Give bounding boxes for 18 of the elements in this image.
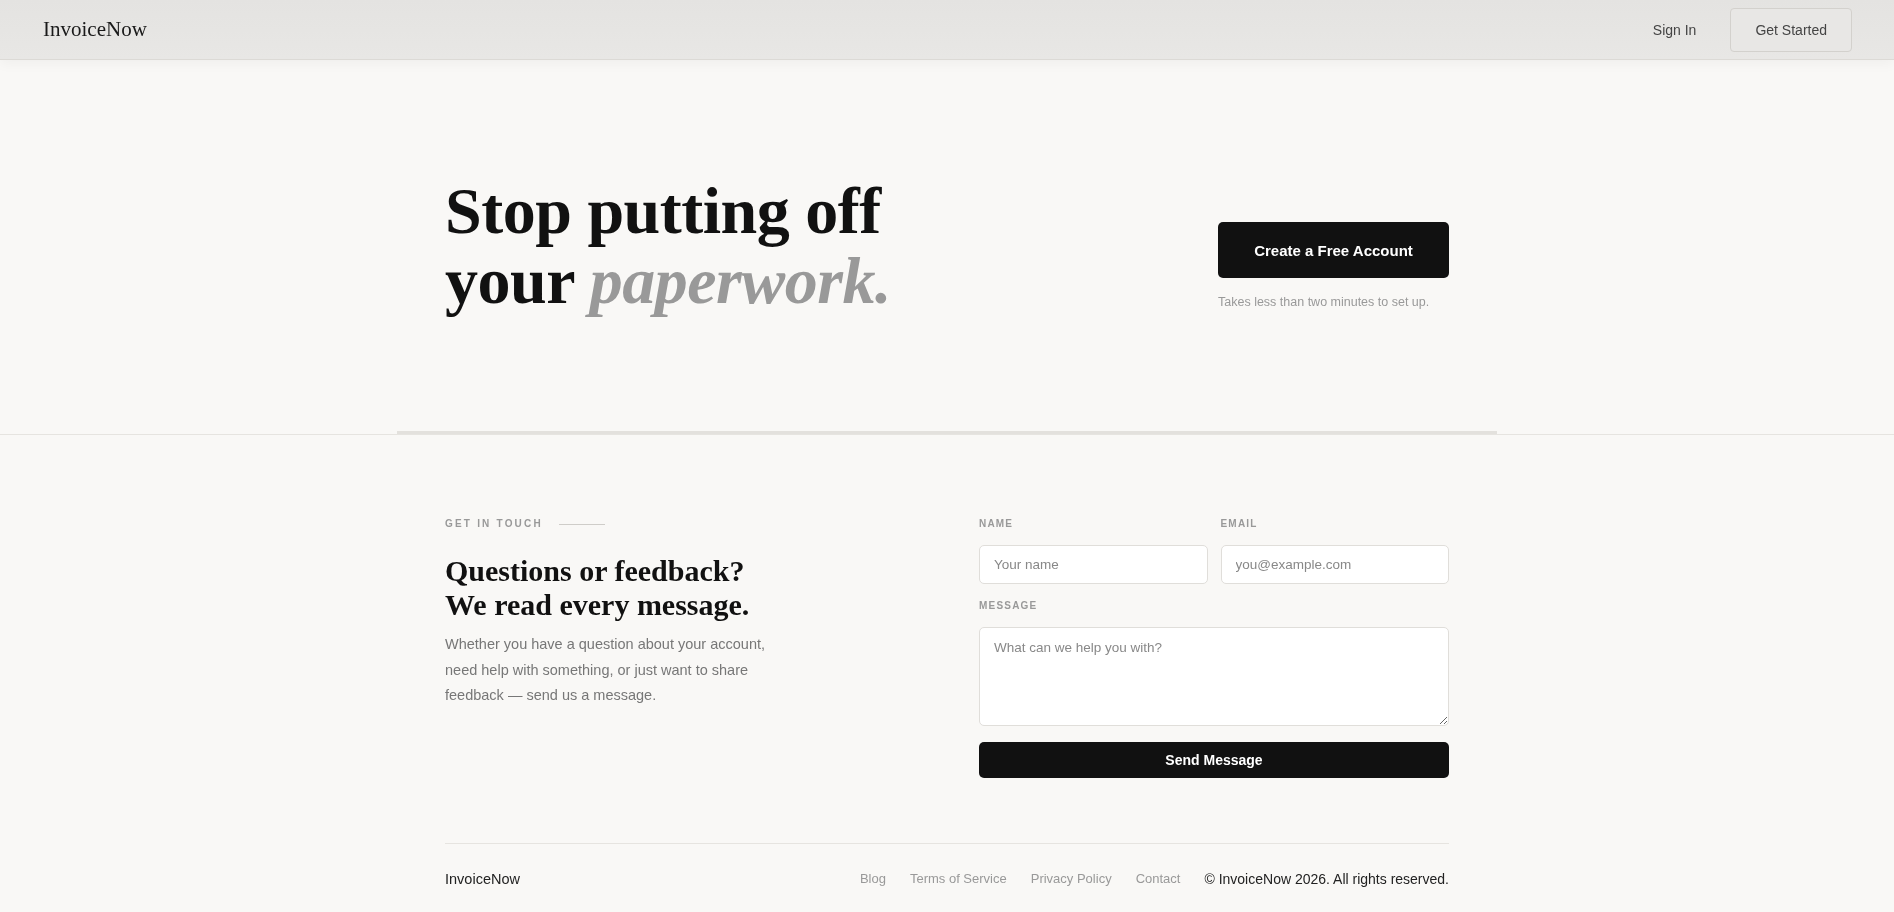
input-field[interactable]: you@example.com <box>1220 545 1449 584</box>
hero-headline: Stop putting off your paperwork. <box>445 175 892 316</box>
contact-description: Whether you have a question about your account, need help with something, or just want to share feedback — send us a message. <box>445 635 766 705</box>
get-started-button[interactable]: Get Started <box>1730 7 1852 52</box>
logo: InvoiceNow <box>43 17 147 42</box>
copyright-text: © InvoiceNow 2026. All rights reserved. <box>1204 870 1449 887</box>
sign-in-link[interactable]: Sign In <box>1652 21 1697 38</box>
input-field[interactable]: Your name <box>979 545 1208 584</box>
message-field[interactable]: What can we help you with? <box>979 627 1449 726</box>
field-label: NAME <box>979 518 1015 530</box>
footer-brand: InvoiceNow <box>445 870 520 887</box>
contact-heading: Questions or feedback? We read every message. <box>445 554 751 622</box>
cta-note: Takes less than two minutes to set up. <box>1218 295 1431 309</box>
send-message-button[interactable]: Send Message <box>979 742 1449 778</box>
field-label: EMAIL <box>1220 518 1259 530</box>
field-label: MESSAGE <box>979 600 1039 612</box>
create-account-button[interactable]: Create a Free Account <box>1218 222 1449 278</box>
section-eyebrow: GET IN TOUCH <box>445 518 543 530</box>
